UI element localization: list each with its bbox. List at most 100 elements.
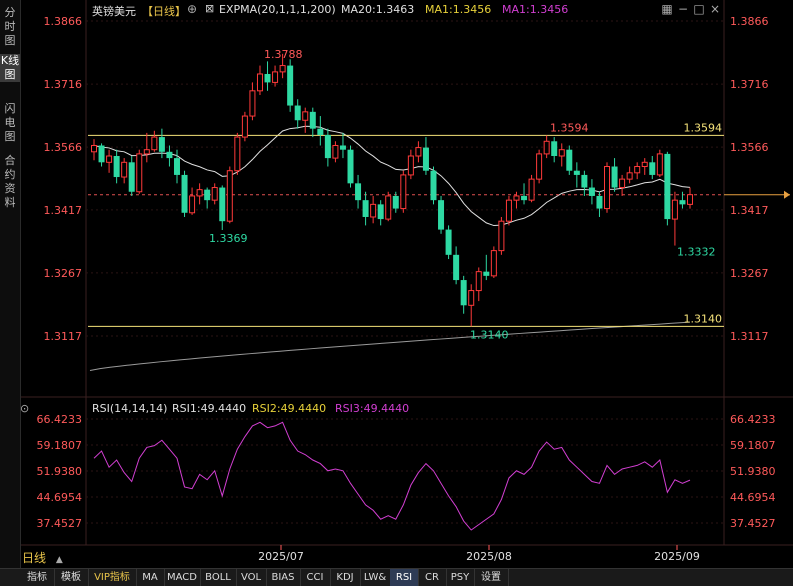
candle-body xyxy=(475,271,482,292)
candle-body xyxy=(581,174,588,188)
ma1-label-a: MA1:1.3456 xyxy=(425,3,492,16)
price-axis-label-left: 1.3267 xyxy=(44,267,83,280)
indicator-tab-10[interactable]: LW& xyxy=(360,569,391,586)
indicator-tab-14[interactable]: 设置 xyxy=(474,569,509,586)
candle-body xyxy=(679,200,686,205)
candle-body xyxy=(294,105,301,121)
indicator-tab-13[interactable]: PSY xyxy=(446,569,475,586)
indicator-tab-12[interactable]: CR xyxy=(418,569,447,586)
indicator-tab-3[interactable]: MA xyxy=(136,569,165,586)
indicator-tab-2[interactable]: VIP指标 xyxy=(88,569,137,586)
candle-body xyxy=(588,187,595,196)
x-date-label: 2025/07 xyxy=(258,550,304,563)
indicator-tab-8[interactable]: CCI xyxy=(300,569,331,586)
price-axis-label-left: 1.3866 xyxy=(44,15,83,28)
candle-body xyxy=(309,111,316,129)
close-icon[interactable]: × xyxy=(708,2,722,16)
candle-body xyxy=(226,170,233,222)
candle-body xyxy=(377,204,384,220)
candle-body xyxy=(611,166,618,188)
candle-body xyxy=(415,147,422,157)
candle-body xyxy=(181,174,188,213)
candle-body xyxy=(490,250,497,277)
settings-circle-icon[interactable]: ⊕ xyxy=(187,2,197,16)
candle-body xyxy=(619,178,626,189)
candle-body xyxy=(272,71,279,83)
candle-body xyxy=(543,140,550,155)
indicator-tab-7[interactable]: BIAS xyxy=(266,569,301,586)
candle-body xyxy=(392,195,399,209)
tab-kline[interactable]: K线图 xyxy=(0,54,20,82)
expma-toggle-icon[interactable]: ⊠ xyxy=(205,2,214,15)
grid-icon[interactable]: ▦ xyxy=(660,2,674,16)
candle-body xyxy=(362,200,369,217)
last-low-label: 1.3332 xyxy=(677,246,716,259)
candle-body xyxy=(400,174,407,210)
ma1-label-b: MA1:1.3456 xyxy=(502,3,569,16)
candle-body xyxy=(445,229,452,255)
candle-body xyxy=(219,187,226,222)
candle-body xyxy=(671,199,678,220)
candle-body xyxy=(566,149,573,171)
indicator-tab-5[interactable]: BOLL xyxy=(200,569,237,586)
indicator-tab-1[interactable]: 模板 xyxy=(54,569,89,586)
candle-body xyxy=(324,134,331,159)
price-axis-label-right: 1.3117 xyxy=(730,330,769,343)
candle-body xyxy=(536,153,543,180)
indicator-tab-4[interactable]: MACD xyxy=(164,569,201,586)
candle-body xyxy=(355,183,362,201)
candle-body xyxy=(573,170,580,175)
candle-body xyxy=(121,161,128,178)
candle-body xyxy=(641,161,648,168)
candle-body xyxy=(649,162,656,175)
indicator-tab-bar: 指标 模板 VIP指标 MA MACD BOLL VOL BIAS CCI KDJ LW& RSI CR… xyxy=(0,568,793,586)
resistance-label: 1.3594 xyxy=(684,121,723,134)
candle-body xyxy=(370,203,377,218)
candle-body xyxy=(528,178,535,201)
candle-body xyxy=(113,156,120,178)
candle-body xyxy=(151,136,158,151)
candle-body xyxy=(332,144,339,159)
x-date-label: 2025/09 xyxy=(654,550,700,563)
rsi-axis-label-left: 59.1807 xyxy=(37,439,83,452)
rsi-axis-label-right: 66.4233 xyxy=(730,413,776,426)
candle-body xyxy=(256,73,263,92)
tab-lightning[interactable]: 闪电图 xyxy=(0,102,20,144)
price-axis-label-right: 1.3716 xyxy=(730,78,769,91)
rsi-name: RSI(14,14,14) xyxy=(92,402,168,415)
indicator-tab-6[interactable]: VOL xyxy=(236,569,267,586)
indicator-tab-9[interactable]: KDJ xyxy=(330,569,361,586)
expma-label: EXPMA(20,1,1,1,200) xyxy=(219,3,336,16)
price-axis-label-left: 1.3566 xyxy=(44,141,83,154)
rsi-settings-icon[interactable]: ⊙ xyxy=(20,402,29,415)
candle-body xyxy=(173,158,180,175)
rsi-axis-label-right: 37.4527 xyxy=(730,517,776,530)
minimize-icon[interactable]: − xyxy=(676,2,690,16)
low2-label: 1.3140 xyxy=(470,328,509,341)
x-date-label: 2025/08 xyxy=(466,550,512,563)
maximize-icon[interactable]: □ xyxy=(692,2,706,16)
kline-chart[interactable]: 1.3866 1.3866 1.3716 1.3716 1.3566 1.3566 1.34… xyxy=(0,0,793,568)
candle-body xyxy=(241,115,248,138)
candle-body xyxy=(347,149,354,184)
candle-body xyxy=(279,65,286,73)
tab-timeshare[interactable]: 分时图 xyxy=(0,6,20,48)
rsi-axis-label-right: 51.9380 xyxy=(730,465,776,478)
candle-body xyxy=(158,137,165,152)
indicator-tab-11[interactable]: RSI xyxy=(390,569,419,586)
candle-body xyxy=(498,220,505,252)
high-label: 1.3788 xyxy=(264,48,303,61)
period-label: 日线 xyxy=(22,551,47,565)
candle-body xyxy=(189,195,196,214)
candle-body xyxy=(596,195,603,209)
price-axis-label-left: 1.3417 xyxy=(44,204,83,217)
period-selector[interactable]: 日线 ▲ xyxy=(22,550,86,566)
candle-body xyxy=(136,153,143,193)
candle-body xyxy=(196,189,203,197)
indicator-tab-0[interactable]: 指标 xyxy=(20,569,55,586)
symbol-name: 英镑美元 xyxy=(92,5,136,18)
rsi-axis-label-left: 66.4233 xyxy=(37,413,83,426)
candle-body xyxy=(604,166,611,210)
tab-contract-info[interactable]: 合约资料 xyxy=(0,154,20,210)
triangle-up-icon: ▲ xyxy=(55,555,63,565)
